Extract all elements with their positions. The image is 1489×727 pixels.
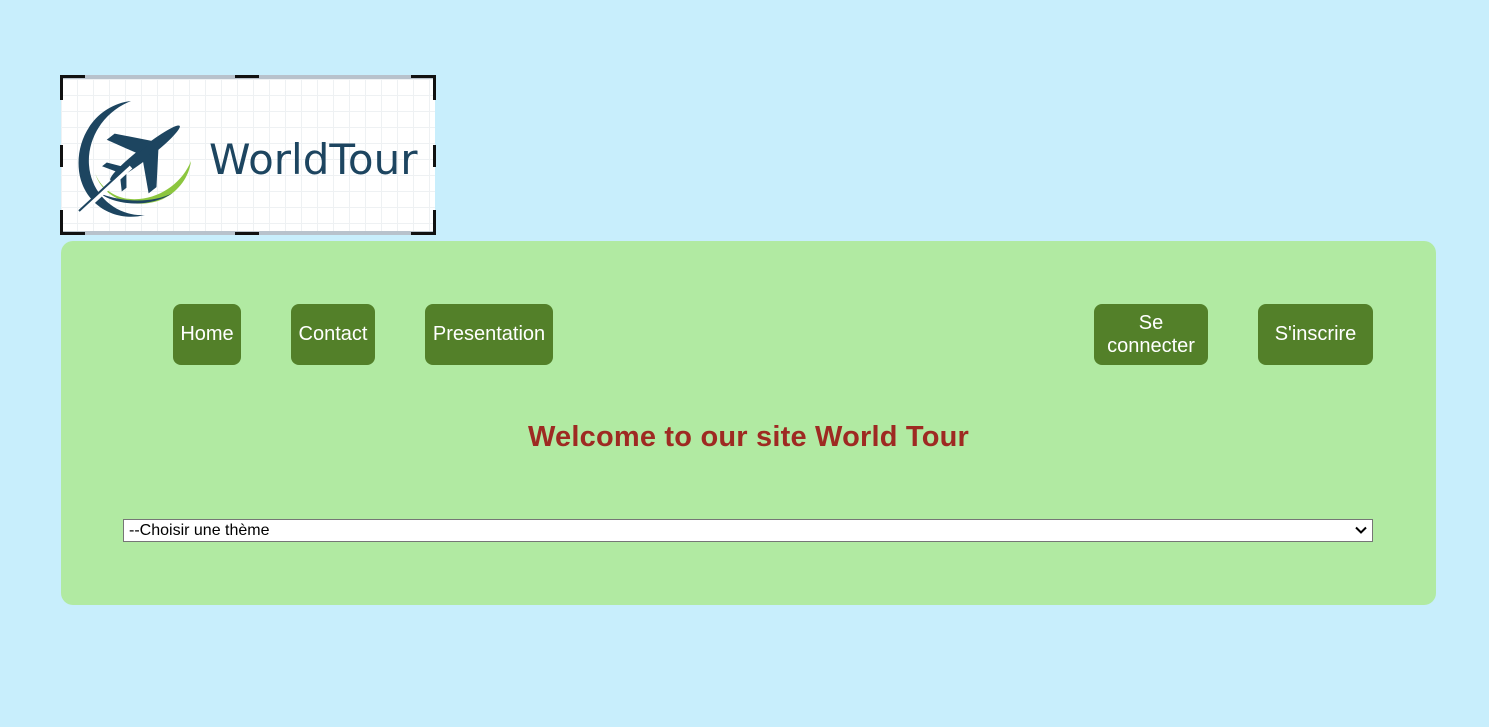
- signup-button[interactable]: S'inscrire: [1258, 304, 1373, 365]
- page-title: Welcome to our site World Tour: [527, 421, 970, 453]
- logo-text: WorldTour: [209, 135, 418, 184]
- main-panel: Home Contact Presentation Se connecter S…: [61, 241, 1436, 605]
- presentation-button[interactable]: Presentation: [425, 304, 553, 365]
- logo[interactable]: WorldTour: [60, 75, 436, 235]
- crop-handle-left[interactable]: [60, 145, 63, 167]
- crop-handle-top-right[interactable]: [411, 75, 436, 100]
- crop-handle-bottom[interactable]: [235, 232, 259, 235]
- chevron-down-icon: [1355, 526, 1367, 534]
- contact-button[interactable]: Contact: [291, 304, 375, 365]
- page: WorldTour Home Contact Presentation Se c…: [0, 0, 1489, 727]
- crop-handle-top[interactable]: [235, 75, 259, 78]
- airplane-globe-icon: [78, 101, 191, 217]
- crop-handle-right[interactable]: [433, 145, 436, 167]
- crop-handle-bottom-right[interactable]: [411, 210, 436, 235]
- theme-select[interactable]: --Choisir une thème: [123, 519, 1373, 542]
- theme-select-value: --Choisir une thème: [129, 521, 270, 539]
- home-button[interactable]: Home: [173, 304, 241, 365]
- login-button[interactable]: Se connecter: [1094, 304, 1208, 365]
